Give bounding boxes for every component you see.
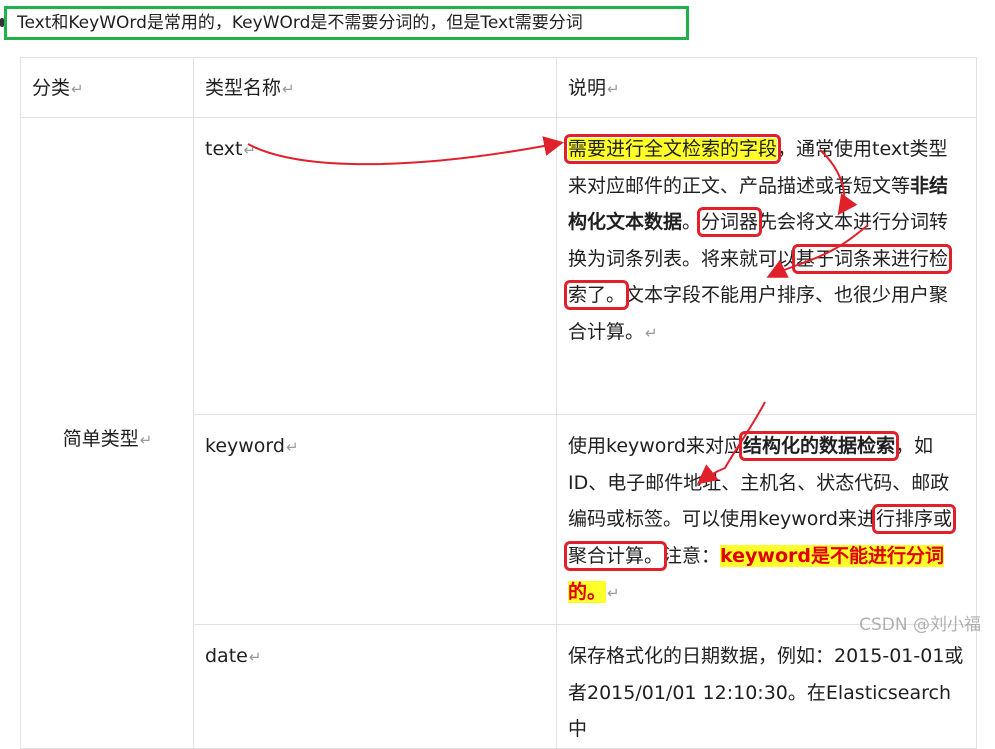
header-description: 说明↵: [556, 57, 977, 118]
header-category: 分类↵: [20, 57, 194, 118]
category-cell: 简单类型↵: [20, 117, 194, 749]
type-name-cell: date↵: [193, 624, 557, 749]
table-row: 简单类型↵ text↵ 需要进行全文检索的字段，通常使用text类型来对应邮件的…: [20, 117, 977, 749]
type-table: 分类↵ 类型名称↵ 说明↵ 简单类型↵ text↵ 需要进行全文检索的字段，通常…: [20, 57, 977, 749]
type-name-cell: text↵: [193, 117, 557, 415]
watermark: CSDN @刘小福: [859, 615, 981, 635]
description-cell: 需要进行全文检索的字段，通常使用text类型来对应邮件的正文、产品描述或者短文等…: [556, 117, 977, 415]
description-cell: 使用keyword来对应结构化的数据检索，如ID、电子邮件地址、主机名、状态代码…: [556, 414, 977, 625]
header-type-name: 类型名称↵: [193, 57, 557, 118]
description-cell: 保存格式化的日期数据，例如：2015-01-01或者2015/01/01 12:…: [556, 624, 977, 749]
type-name-cell: keyword↵: [193, 414, 557, 625]
annotation-note: Text和KeyWOrd是常用的，KeyWOrd是不需要分词的，但是Text需要…: [4, 6, 689, 40]
table-header-row: 分类↵ 类型名称↵ 说明↵: [20, 57, 977, 118]
